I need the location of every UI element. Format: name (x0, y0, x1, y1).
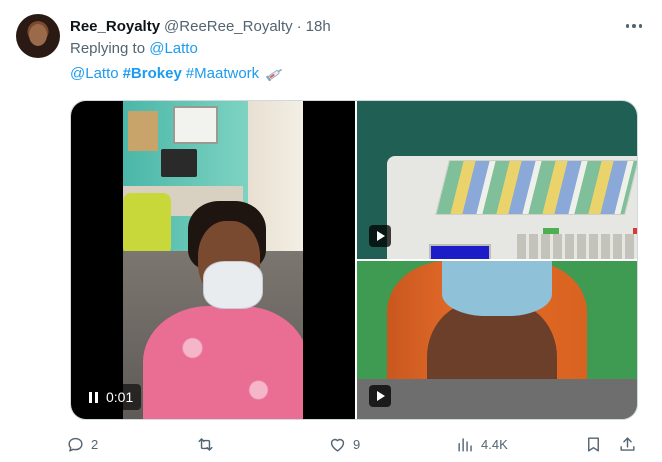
hashtag-maatwork[interactable]: #Maatwork (186, 65, 259, 82)
reply-button[interactable]: 2 (66, 432, 98, 456)
more-options-icon[interactable] (622, 18, 646, 34)
avatar[interactable] (16, 14, 60, 58)
replying-to-mention[interactable]: @Latto (149, 40, 198, 57)
like-count: 9 (353, 436, 361, 452)
video-time: 0:01 (106, 389, 134, 405)
view-count: 4.4K (481, 436, 508, 452)
video-top-right[interactable] (357, 101, 637, 259)
retweet-icon (198, 437, 213, 451)
retweet-button[interactable] (196, 432, 221, 456)
play-icon[interactable] (369, 385, 391, 407)
pause-icon (89, 391, 98, 403)
video-bottom-right[interactable] (357, 261, 637, 419)
mention-link[interactable]: @Latto (70, 65, 119, 82)
tweet-text: @Latto #Brokey #Maatwork (70, 65, 285, 82)
views-button[interactable]: 4.4K (456, 432, 508, 456)
bookmark-icon (588, 436, 599, 452)
like-button[interactable]: 9 (328, 432, 360, 456)
separator-dot: · (296, 17, 302, 35)
tweet[interactable]: Ree_Royalty @ReeRee_Royalty · 18h Replyi… (0, 0, 662, 462)
tweet-actions: 2 9 4.4K (66, 432, 642, 456)
play-icon[interactable] (369, 225, 391, 247)
display-name[interactable]: Ree_Royalty (70, 18, 160, 35)
media-grid: 0:01 (70, 100, 638, 420)
share-button[interactable] (618, 432, 637, 456)
tweet-header: Ree_Royalty @ReeRee_Royalty · 18h (70, 16, 331, 36)
analytics-icon (458, 437, 472, 452)
reply-icon (68, 437, 83, 452)
user-handle[interactable]: @ReeRee_Royalty (164, 18, 293, 35)
video-playback-control[interactable]: 0:01 (81, 384, 142, 410)
bookmark-button[interactable] (584, 432, 603, 456)
share-icon (620, 436, 635, 451)
video-left[interactable]: 0:01 (71, 101, 355, 419)
replying-prefix: Replying to (70, 40, 146, 57)
video-left-frame (123, 101, 303, 419)
syringe-icon (266, 68, 283, 81)
hashtag-brokey[interactable]: #Brokey (123, 65, 182, 82)
reply-count: 2 (91, 436, 99, 452)
timestamp[interactable]: 18h (306, 18, 331, 35)
heart-icon (330, 438, 345, 452)
replying-to: Replying to @Latto (70, 40, 198, 57)
